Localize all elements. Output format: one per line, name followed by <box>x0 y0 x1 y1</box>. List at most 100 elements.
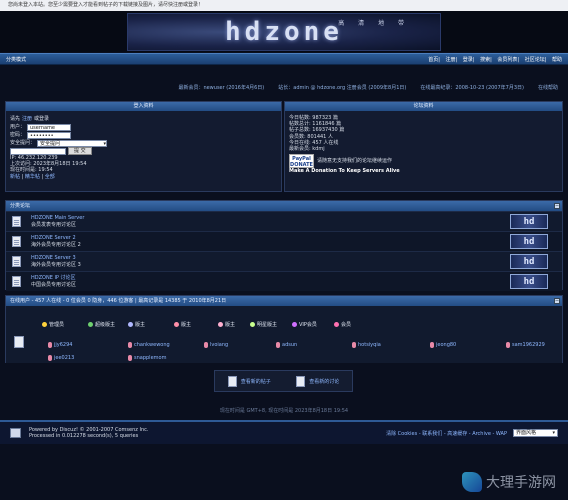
forum-title[interactable]: HDZONE Main Server <box>31 215 84 222</box>
digest-link[interactable]: 精华帖 <box>25 174 40 180</box>
discuz-logo-icon[interactable] <box>10 428 21 438</box>
online-user-name[interactable]: hotsiyqia <box>358 342 381 348</box>
site-banner: hdzone 高 清 地 带 <box>0 11 568 52</box>
new-posts-quicklink[interactable]: 查看新的帖子 <box>227 375 271 387</box>
legend-item: VIP会员 <box>292 321 317 328</box>
online-users-title[interactable]: 在线用户 - 457 人在线 - 0 位会员 0 隐身，446 位游客 | 最高… <box>10 298 226 304</box>
nav-link-members[interactable]: 会员列表 <box>497 57 517 63</box>
security-answer-input[interactable] <box>10 147 66 155</box>
password-input[interactable]: •••••••• <box>27 131 72 139</box>
info-help[interactable]: 在线帮助 <box>538 84 558 91</box>
forum-logo-thumb[interactable]: hd <box>510 214 548 229</box>
online-user-name[interactable]: jjy6294 <box>54 342 72 348</box>
nav-link-help[interactable]: 帮助 <box>552 57 562 63</box>
legend-label: 版主 <box>181 322 192 328</box>
online-user-name[interactable]: jee0213 <box>54 355 74 361</box>
forum-doc-icon <box>12 256 21 267</box>
info-newest-member[interactable]: 最新会员：newuser (2016年4月6日) <box>178 84 264 91</box>
forum-row[interactable]: HDZONE Server 2 海外会员专用讨论区 2 hd <box>6 231 562 251</box>
nav-link-forum[interactable]: 社区论坛 <box>525 57 545 63</box>
collapse-icon[interactable]: − <box>554 298 560 304</box>
paypal-donate-button[interactable]: PayPal DONATE <box>289 154 314 169</box>
security-question-value: 安全提问 <box>40 140 61 147</box>
online-user[interactable]: sam1962929 <box>506 342 545 348</box>
quick-links: 查看新的帖子 查看新的讨论 <box>214 370 353 392</box>
login-hint-suffix: 或登录 <box>34 115 50 122</box>
legend-item: 超级版主 <box>88 321 115 328</box>
legend-label: 超级版主 <box>95 322 116 328</box>
new-threads-quicklink[interactable]: 查看新的讨论 <box>296 375 339 387</box>
nav-link-search[interactable]: 搜索 <box>480 57 490 63</box>
user-icon <box>128 355 132 361</box>
nav-link-register[interactable]: 注册 <box>446 57 456 63</box>
info-record[interactable]: 在线最高纪录：2008-10-23 (2007年7月3日) <box>420 84 524 91</box>
forum-list-title[interactable]: 分类论坛 <box>10 203 30 209</box>
forum-doc-icon <box>12 276 21 287</box>
forum-desc: 海外会员专用讨论区 2 <box>31 241 81 248</box>
chevron-down-icon: ▾ <box>103 140 107 147</box>
quicklink-label[interactable]: 查看新的讨论 <box>309 378 339 385</box>
username-input[interactable]: username <box>27 123 72 131</box>
forum-list-header: 分类论坛 − <box>6 201 562 211</box>
forum-row[interactable]: HDZONE Server 3 海外会员专用讨论区 3 hd <box>6 251 562 271</box>
footer-links[interactable]: 清除 Cookies - 联系我们 - 高速缓存 - Archive - WAP <box>386 430 507 437</box>
online-user[interactable]: lvoiang <box>204 342 228 348</box>
legend-item: 明星版主 <box>250 321 277 328</box>
style-select[interactable]: 界面风格 ▾ <box>513 429 558 437</box>
donate-block: PayPal DONATE 请随意无支持我们的论坛继续运作 <box>289 154 558 169</box>
nav-link-home[interactable]: 首页 <box>428 57 438 63</box>
user-icon <box>352 342 356 348</box>
mod-icon <box>174 322 179 327</box>
forum-title[interactable]: HDZONE Server 3 <box>31 255 81 262</box>
nav-link-login[interactable]: 登录 <box>463 57 473 63</box>
forum-logo-thumb[interactable]: hd <box>510 234 548 249</box>
user-icon <box>204 342 208 348</box>
online-user[interactable]: jee0213 <box>48 355 74 361</box>
online-user[interactable]: hotsiyqia <box>352 342 381 348</box>
online-user[interactable]: adsun <box>276 342 297 348</box>
online-user-name[interactable]: lvoiang <box>210 342 228 348</box>
breadcrumb[interactable]: 分类模式 <box>6 56 26 63</box>
login-hint-prefix: 请先 <box>10 115 21 122</box>
legend-item: 版主 <box>174 321 191 328</box>
watermark-text: 大理手游网 <box>486 475 556 491</box>
info-line: 最新会员：newuser (2016年4月6日) 站长：admin @ hdzo… <box>0 82 568 92</box>
forum-doc-icon <box>12 236 21 247</box>
legend-label: 版主 <box>135 322 146 328</box>
submit-button[interactable]: 提 交 <box>68 147 92 155</box>
forum-title[interactable]: HDZONE Server 2 <box>31 235 81 242</box>
forum-row[interactable]: HDZONE IP 讨论区 中国会员专用讨论区 hd <box>6 271 562 291</box>
info-admin[interactable]: 站长：admin @ hdzone.org 注册会员 (2009年8月1日) <box>278 84 406 91</box>
online-user[interactable]: jjy6294 <box>48 342 72 348</box>
online-user-name[interactable]: adsun <box>282 342 297 348</box>
online-user-name[interactable]: chankwewong <box>134 342 170 348</box>
donate-english: Make A Donation To Keep Servers Alive <box>289 168 400 175</box>
forum-row[interactable]: HDZONE Main Server 会员发表专用讨论区 hd <box>6 211 562 231</box>
online-user[interactable]: snapplemom <box>128 355 166 361</box>
all-link[interactable]: 全部 <box>45 174 55 180</box>
stat-newest-member[interactable]: 最新会员: kdmj <box>289 146 558 152</box>
online-user-name[interactable]: sam1962929 <box>512 342 545 348</box>
legend-label: 会员 <box>341 322 352 328</box>
supermod-icon <box>88 322 93 327</box>
forum-logo-thumb[interactable]: hd <box>510 274 548 289</box>
quicklink-label[interactable]: 查看新的帖子 <box>241 378 271 385</box>
new-posts-link[interactable]: 新帖 <box>10 174 20 180</box>
server-time: 现在时间是 GMT+8, 现在时间是 2023年8月18日 19:54 <box>219 408 349 414</box>
top-notice-bar: 您尚未登入本站。您至少需要登入才能看到帖子的下载链接及图片，请尽快注册或登录！ <box>0 0 568 11</box>
online-user[interactable]: chankwewong <box>128 342 170 348</box>
security-question-select[interactable]: 安全提问 ▾ <box>37 139 108 147</box>
register-link[interactable]: 注册 <box>22 116 32 122</box>
doc-icon <box>227 375 237 387</box>
online-user[interactable]: jeong80 <box>430 342 456 348</box>
collapse-icon[interactable]: − <box>554 203 560 209</box>
footer: Powered by Discuz! © 2001-2007 Comsenz I… <box>0 420 568 444</box>
forum-logo-thumb[interactable]: hd <box>510 254 548 269</box>
forum-title[interactable]: HDZONE IP 讨论区 <box>31 275 76 282</box>
style-select-value: 界面风格 <box>516 430 537 436</box>
banner-image[interactable]: hdzone 高 清 地 带 <box>127 12 441 51</box>
admin-icon <box>42 322 47 327</box>
legend-label: 明星版主 <box>257 322 278 328</box>
online-user-name[interactable]: snapplemom <box>134 355 166 361</box>
online-user-name[interactable]: jeong80 <box>436 342 456 348</box>
